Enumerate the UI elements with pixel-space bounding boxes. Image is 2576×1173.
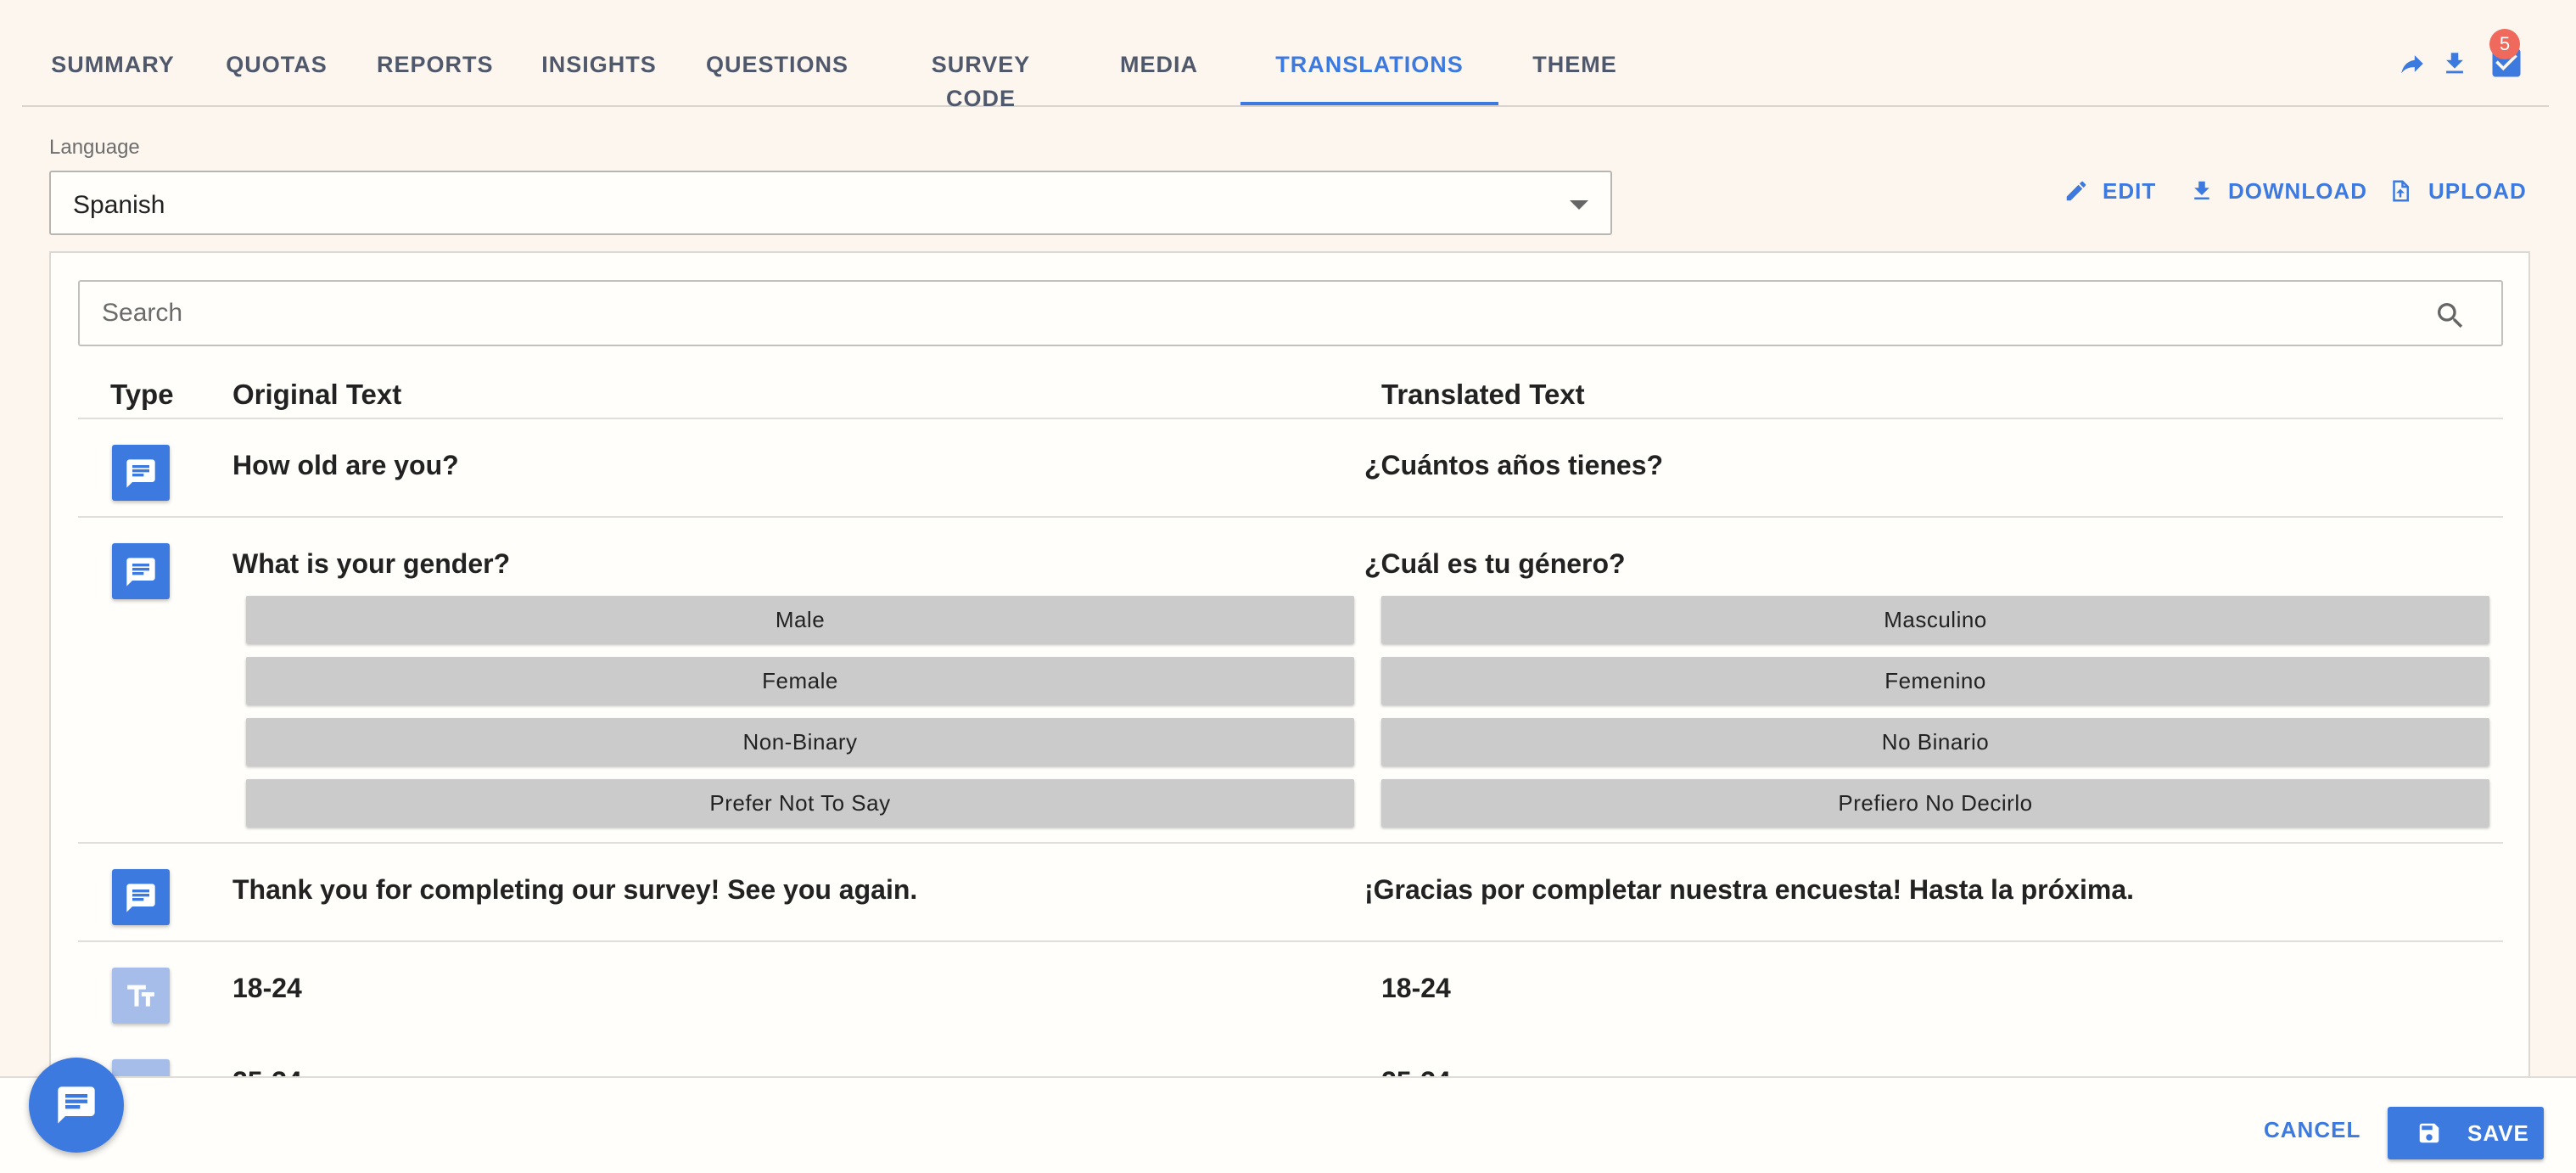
top-navigation: SUMMARY QUOTAS REPORTS INSIGHTS QUESTION…	[22, 0, 2549, 111]
original-text: How old are you?	[232, 450, 459, 480]
upload-button[interactable]: UPLOAD	[2388, 177, 2528, 207]
translated-text[interactable]: 18-24	[1381, 973, 1451, 1004]
download-label: DOWNLOAD	[2228, 178, 2367, 204]
column-header-original-text: Original Text	[232, 379, 402, 410]
table-row: What is your gender? ¿Cuál es tu género?…	[51, 518, 2528, 842]
share-icon[interactable]	[2398, 49, 2427, 82]
tab-insights[interactable]: INSIGHTS	[540, 48, 658, 105]
language-label: Language	[49, 136, 140, 159]
upload-label: UPLOAD	[2428, 178, 2527, 204]
chat-icon	[58, 1086, 95, 1124]
tab-media[interactable]: MEDIA	[1117, 48, 1201, 105]
translations-panel: Type Original Text Translated Text How o…	[49, 251, 2530, 1171]
tab-questions[interactable]: QUESTIONS	[706, 48, 848, 105]
message-type-icon	[112, 543, 170, 599]
option-chip-original: Prefer Not To Say	[246, 779, 1354, 827]
download-icon[interactable]	[2440, 49, 2469, 82]
cancel-button[interactable]: CANCEL	[2264, 1117, 2360, 1143]
bottom-action-bar: CANCEL SAVE	[0, 1076, 2576, 1173]
table-row: 18-24 18-24	[51, 942, 2528, 1039]
original-text: 18-24	[232, 973, 302, 1003]
option-chip-original: Female	[246, 657, 1354, 704]
original-text: What is your gender?	[232, 548, 511, 579]
language-select[interactable]: Spanish	[49, 171, 1612, 235]
edit-label: EDIT	[2103, 178, 2157, 204]
tab-summary[interactable]: SUMMARY	[49, 48, 176, 105]
task-count-badge: 5	[2489, 29, 2520, 59]
save-label: SAVE	[2467, 1120, 2529, 1146]
tab-quotas[interactable]: QUOTAS	[226, 48, 328, 105]
tab-reports[interactable]: REPORTS	[377, 48, 493, 105]
tab-translations[interactable]: TRANSLATIONS	[1240, 48, 1498, 105]
edit-button[interactable]: EDIT	[2064, 177, 2157, 207]
search-icon[interactable]	[2433, 299, 2467, 337]
save-icon	[2419, 1123, 2439, 1143]
search-box	[78, 280, 2503, 346]
translated-text[interactable]: ¡Gracias por completar nuestra encuesta!…	[1364, 874, 2134, 906]
original-text: Thank you for completing our survey! See…	[232, 874, 918, 905]
column-header-type: Type	[110, 379, 174, 410]
option-chip-translated[interactable]: Prefiero No Decirlo	[1381, 779, 2489, 827]
text-format-icon	[112, 968, 170, 1024]
table-row: How old are you? ¿Cuántos años tienes?	[51, 419, 2528, 516]
translated-text[interactable]: ¿Cuál es tu género?	[1364, 548, 1626, 580]
save-button[interactable]: SAVE	[2388, 1107, 2544, 1159]
option-chip-translated[interactable]: No Binario	[1381, 718, 2489, 766]
tab-survey-code[interactable]: SURVEY CODE	[896, 48, 1066, 111]
pencil-icon	[2064, 178, 2089, 208]
column-header-translated-text: Translated Text	[1381, 379, 1585, 410]
option-chip-translated[interactable]: Masculino	[1381, 596, 2489, 643]
table-row: Thank you for completing our survey! See…	[51, 844, 2528, 940]
option-chip-original: Male	[246, 596, 1354, 643]
message-type-icon	[112, 445, 170, 501]
tab-theme[interactable]: THEME	[1532, 48, 1617, 105]
download-icon	[2189, 178, 2215, 208]
search-input[interactable]	[80, 282, 2422, 345]
translated-text[interactable]: ¿Cuántos años tienes?	[1364, 450, 1663, 481]
option-chip-translated[interactable]: Femenino	[1381, 657, 2489, 704]
upload-file-icon	[2388, 178, 2413, 208]
language-selected-value: Spanish	[73, 191, 165, 219]
chat-button[interactable]	[29, 1058, 124, 1153]
download-translations-button[interactable]: DOWNLOAD	[2189, 177, 2366, 208]
option-chip-original: Non-Binary	[246, 718, 1354, 766]
dropdown-arrow-icon	[1570, 200, 1588, 210]
message-type-icon	[112, 869, 170, 925]
